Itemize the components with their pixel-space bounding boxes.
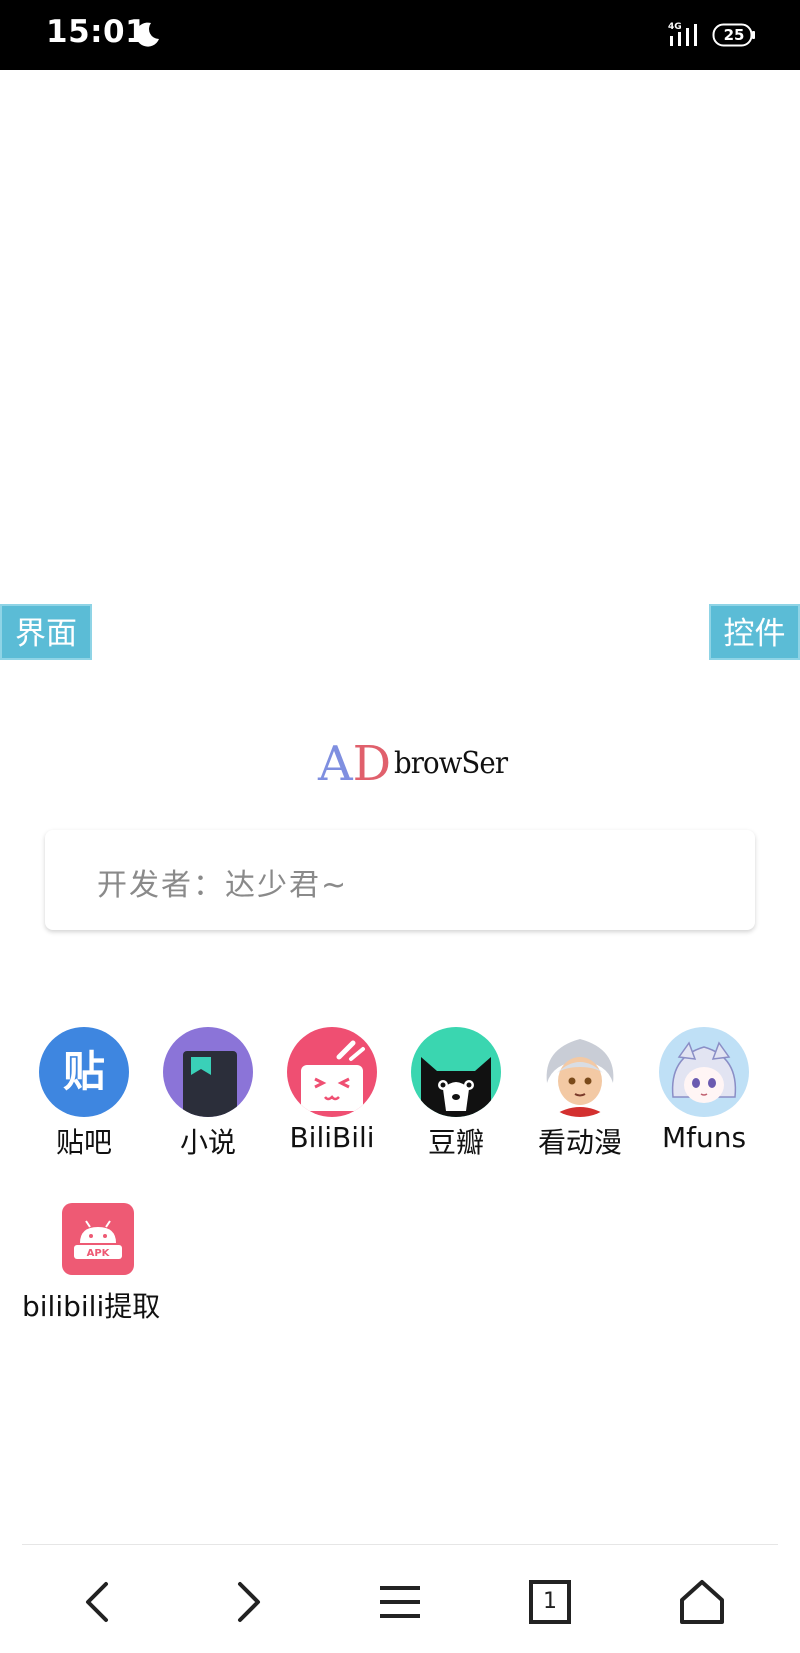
- menu-icon[interactable]: [370, 1572, 430, 1632]
- controls-tab[interactable]: 控件: [709, 604, 800, 660]
- douban-cat-icon: [411, 1027, 501, 1117]
- shortcut-label: 小说: [179, 1126, 236, 1159]
- moon-icon: [135, 22, 159, 47]
- anime-character-icon: [535, 1027, 625, 1117]
- shortcut-anime[interactable]: 看动漫: [518, 1027, 642, 1161]
- shortcut-bilibili-extract[interactable]: APK bilibili提取: [22, 1203, 172, 1325]
- shortcut-tieba[interactable]: 贴 贴吧: [22, 1027, 146, 1161]
- logo-letter-d: D: [352, 736, 392, 792]
- back-icon[interactable]: [68, 1572, 128, 1632]
- apk-android-icon: APK: [62, 1203, 134, 1275]
- shortcut-mfuns[interactable]: Mfuns: [642, 1027, 766, 1154]
- signal-icon: 4G: [668, 22, 697, 46]
- apk-badge-text: APK: [87, 1248, 111, 1259]
- shortcut-label: 豆瓣: [427, 1126, 484, 1159]
- shortcut-bilibili[interactable]: BiliBili: [270, 1027, 394, 1154]
- search-input[interactable]: 开发者：达少君~: [45, 830, 755, 930]
- bottom-divider: [22, 1544, 778, 1545]
- shortcut-label: bilibili提取: [22, 1290, 161, 1323]
- shortcut-douban[interactable]: 豆瓣: [394, 1027, 518, 1161]
- search-placeholder: 开发者：达少君~: [97, 868, 349, 903]
- shortcut-label: Mfuns: [661, 1121, 747, 1154]
- shortcut-novel[interactable]: 小说: [146, 1027, 270, 1161]
- home-icon[interactable]: [672, 1572, 732, 1632]
- interface-tab[interactable]: 界面: [0, 604, 92, 660]
- logo-browser-text: browSer: [394, 746, 508, 781]
- novel-icon: [163, 1027, 253, 1117]
- shortcut-label: 看动漫: [537, 1126, 622, 1159]
- logo-ad: AD: [318, 736, 391, 792]
- bilibili-icon: [287, 1027, 377, 1117]
- tieba-icon: 贴: [39, 1027, 129, 1117]
- app-logo: AD browSer: [318, 736, 508, 792]
- shortcut-label: 贴吧: [55, 1126, 112, 1159]
- mfuns-character-icon: [659, 1027, 749, 1117]
- tabs-icon[interactable]: 1: [520, 1572, 580, 1632]
- shortcut-label: BiliBili: [289, 1121, 375, 1154]
- tieba-icon-glyph: 贴: [62, 1047, 105, 1096]
- status-bar: 15:01 4G 25: [0, 0, 800, 70]
- logo-letter-a: A: [318, 736, 353, 792]
- network-label: 4G: [668, 22, 682, 32]
- forward-icon[interactable]: [218, 1572, 278, 1632]
- battery-level: 25: [723, 26, 745, 44]
- tab-count: 1: [543, 1589, 557, 1614]
